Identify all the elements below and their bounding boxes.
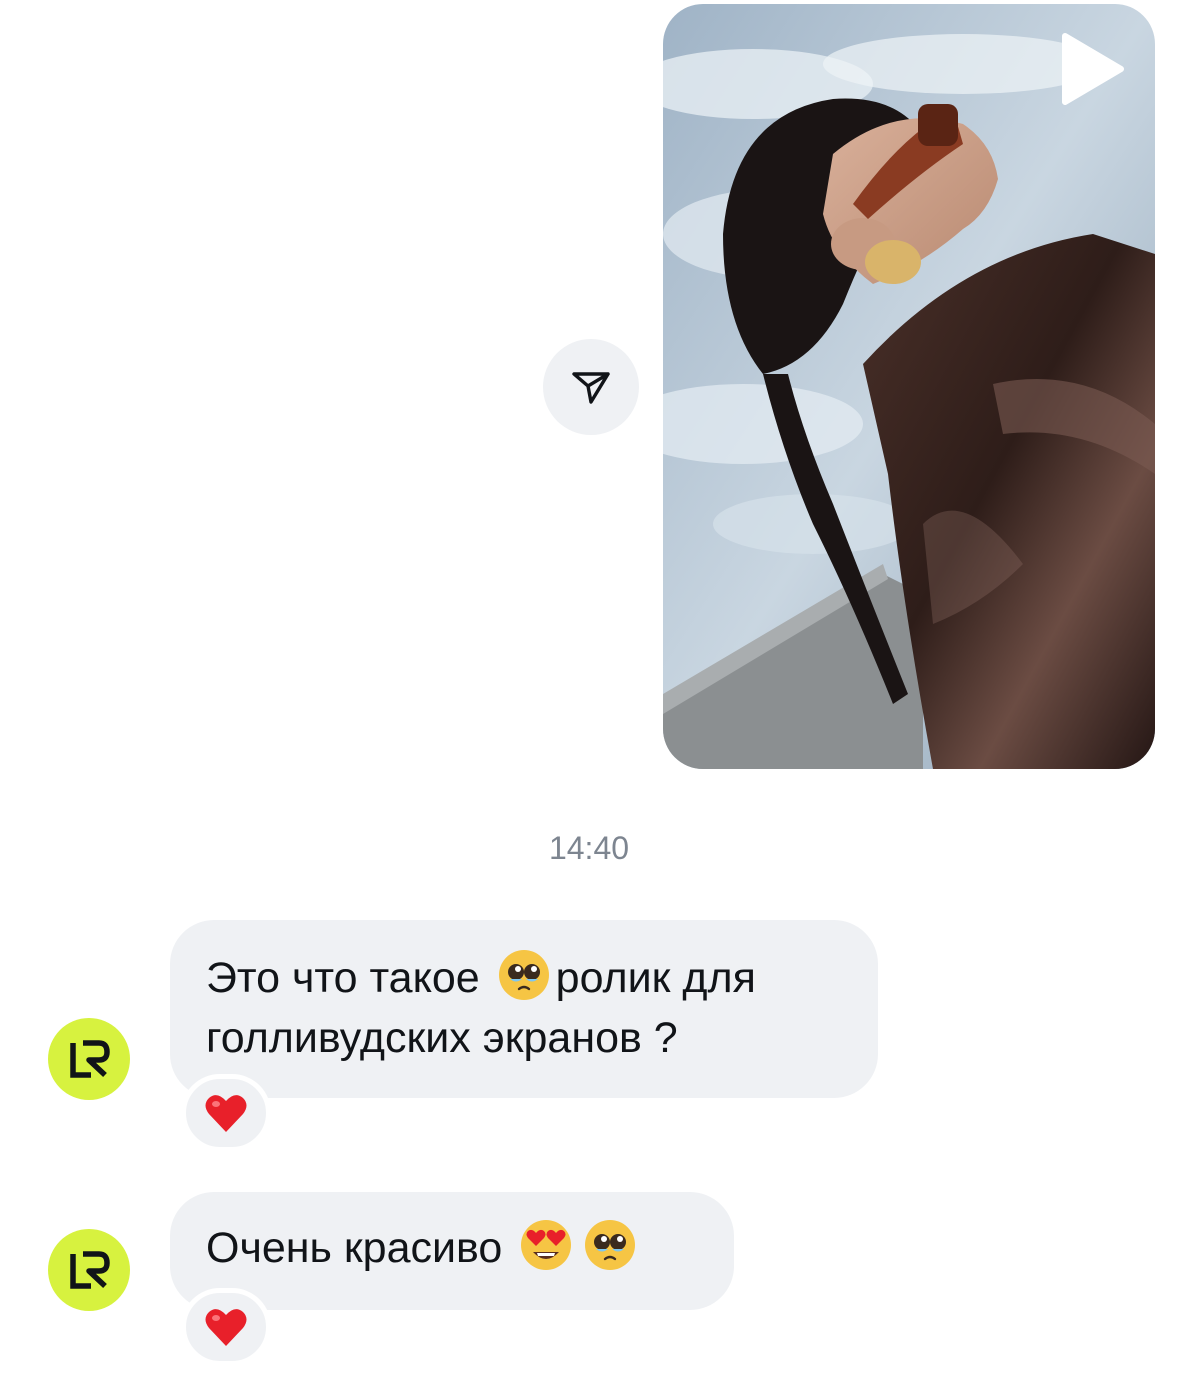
message-bubble[interactable]: Это что такое ролик для голливудских экр… — [170, 920, 878, 1098]
sender-avatar[interactable] — [48, 1229, 130, 1311]
pleading-face-emoji — [583, 1218, 637, 1272]
pleading-face-emoji — [497, 948, 551, 1002]
message-text: голливудских экранов ? — [206, 1014, 678, 1062]
message-reaction[interactable] — [181, 1074, 271, 1152]
message-timestamp: 14:40 — [548, 830, 630, 866]
video-thumbnail-image — [663, 4, 1155, 769]
lr-logo-icon — [70, 1040, 110, 1078]
message-line: голливудских экранов ? — [206, 1008, 838, 1068]
message-text: Это что такое — [206, 954, 492, 1002]
message-line: Очень красиво — [206, 1218, 694, 1278]
message-text: ролик для — [555, 954, 756, 1002]
play-icon[interactable] — [1059, 32, 1125, 106]
share-button[interactable] — [543, 339, 639, 435]
sender-avatar[interactable] — [48, 1018, 130, 1100]
send-icon — [572, 372, 610, 404]
shared-video-thumbnail[interactable] — [663, 4, 1155, 769]
red-heart-emoji — [205, 1095, 247, 1132]
lr-logo-icon — [70, 1251, 110, 1289]
message-bubble[interactable]: Очень красиво — [170, 1192, 734, 1310]
heart-eyes-emoji — [519, 1218, 573, 1272]
chat-screen: 14:40 Это что такое ролик для голливудск… — [0, 0, 1178, 1385]
red-heart-emoji — [205, 1309, 247, 1346]
message-text: Очень красиво — [206, 1224, 503, 1272]
message-reaction[interactable] — [181, 1288, 271, 1366]
message-line: Это что такое ролик для — [206, 948, 838, 1008]
